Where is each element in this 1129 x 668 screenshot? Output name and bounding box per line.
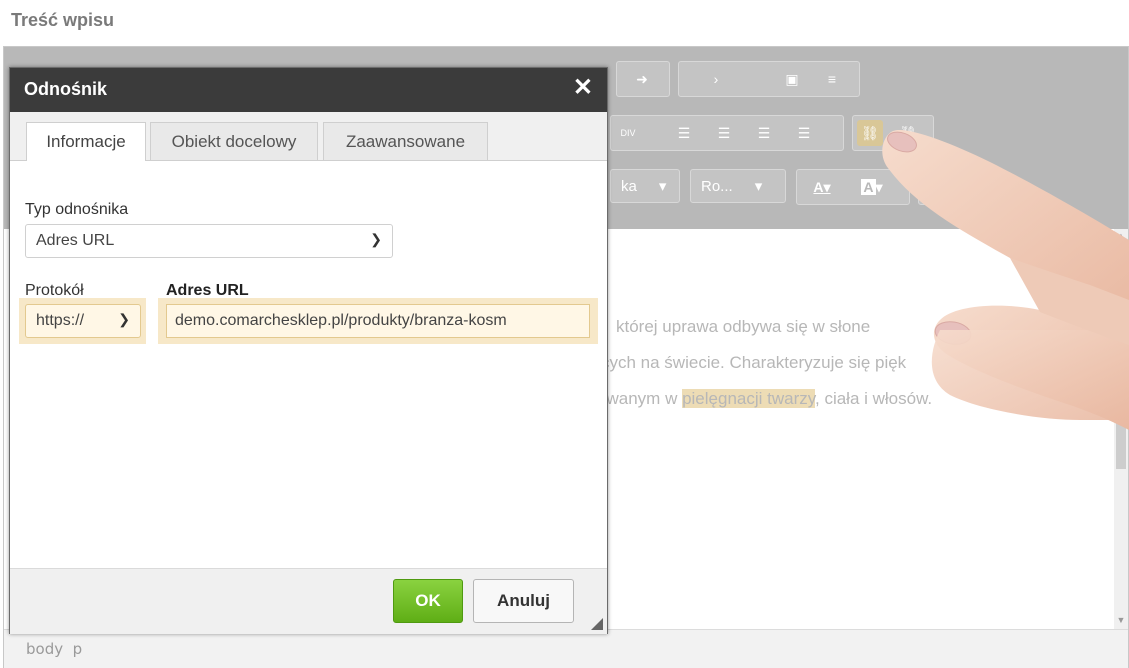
- align-center-icon[interactable]: ☰: [711, 120, 737, 146]
- anchor-icon[interactable]: ›: [703, 66, 729, 92]
- chevron-down-icon: ❯: [118, 311, 130, 327]
- size-combo[interactable]: Ro... ▾: [690, 169, 786, 203]
- tab-zaawansowane[interactable]: Zaawansowane: [323, 122, 488, 160]
- selected-text[interactable]: pielęgnacji twarzy: [682, 389, 815, 408]
- toolbar-group-link: ⛓ ⛓: [852, 115, 934, 151]
- dialog-footer: OK Anuluj: [10, 568, 607, 634]
- scroll-down-icon[interactable]: ▼: [1116, 615, 1126, 625]
- toolbar-group-extra: [918, 169, 1000, 205]
- scroll-thumb[interactable]: [1116, 379, 1126, 469]
- dialog-tabs: Informacje Obiekt docelowy Zaawansowane: [10, 112, 607, 161]
- ok-button[interactable]: OK: [393, 579, 463, 623]
- url-input[interactable]: demo.comarchesklep.pl/produkty/branza-ko…: [166, 304, 590, 338]
- editor-statusbar: body p: [4, 629, 1128, 668]
- page-break-icon[interactable]: ≡: [819, 66, 845, 92]
- text-color-icon[interactable]: A ▾: [809, 174, 835, 200]
- element-path[interactable]: body p: [26, 640, 82, 658]
- section-title: Treść wpisu: [11, 10, 115, 30]
- editor-scrollbar[interactable]: ▲ ▼: [1114, 229, 1128, 629]
- toolbar-group-undo: ➜: [616, 61, 670, 97]
- chevron-down-icon: ❯: [370, 231, 382, 247]
- redo-icon[interactable]: ➜: [629, 66, 655, 92]
- link-dialog: Odnośnik ✕ Informacje Obiekt docelowy Za…: [9, 67, 608, 634]
- cancel-button[interactable]: Anuluj: [473, 579, 574, 623]
- image-icon[interactable]: ▣: [779, 66, 805, 92]
- link-type-label: Typ odnośnika: [25, 201, 129, 218]
- protocol-select[interactable]: https:// ❯: [25, 304, 141, 338]
- chevron-down-icon: ▾: [754, 178, 763, 195]
- link-icon[interactable]: ⛓: [857, 120, 883, 146]
- content-line-1: której uprawa odbywa się w słone ari: [616, 317, 962, 336]
- chevron-down-icon: ▾: [658, 178, 667, 195]
- tab-obiekt-docelowy[interactable]: Obiekt docelowy: [150, 122, 318, 160]
- close-icon[interactable]: ✕: [573, 76, 593, 100]
- toolbar-group-align: DIV ☰ ☰ ☰ ☰: [610, 115, 844, 151]
- align-right-icon[interactable]: ☰: [751, 120, 777, 146]
- div-label: DIV: [620, 128, 636, 138]
- unlink-icon[interactable]: ⛓: [895, 120, 921, 146]
- align-left-icon[interactable]: ☰: [671, 120, 697, 146]
- div-container-icon[interactable]: DIV: [615, 120, 641, 146]
- resize-grip-icon[interactable]: [591, 618, 603, 630]
- scroll-up-icon[interactable]: ▲: [1116, 231, 1126, 241]
- content-line-2: cych na świecie. Charakteryzuje się pięk: [601, 353, 907, 372]
- dialog-titlebar[interactable]: Odnośnik ✕: [10, 68, 607, 112]
- toolbar-group-colors: A ▾ A ▾: [796, 169, 910, 205]
- toolbar-group-insert: › ▣ ≡: [678, 61, 860, 97]
- content-line-3: ywanym w pielęgnacji twarzy, ciała i wło…: [598, 389, 933, 408]
- dialog-title: Odnośnik: [24, 79, 108, 99]
- align-justify-icon[interactable]: ☰: [791, 120, 817, 146]
- link-type-select[interactable]: Adres URL ❯: [25, 224, 393, 258]
- bg-color-icon[interactable]: A ▾: [859, 174, 885, 200]
- format-combo[interactable]: ka ▾: [610, 169, 680, 203]
- tab-informacje[interactable]: Informacje: [26, 122, 146, 161]
